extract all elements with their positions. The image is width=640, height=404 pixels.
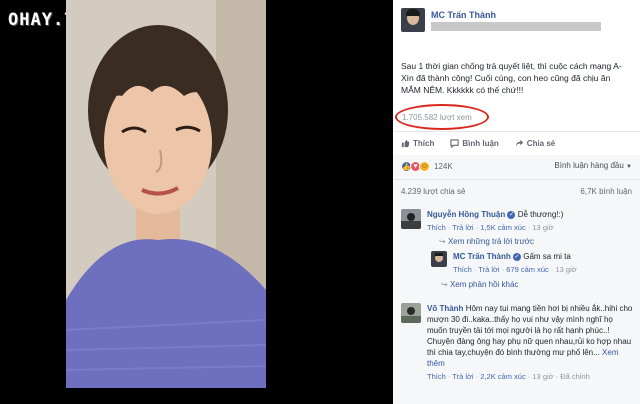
share-button[interactable]: Chia sẻ: [515, 139, 555, 148]
video-area[interactable]: OHAY.TV: [0, 0, 393, 404]
reply-author-name[interactable]: MC Trấn Thành: [453, 252, 511, 261]
comment-label: Bình luận: [462, 138, 499, 148]
reply-time[interactable]: 13 giờ: [555, 265, 576, 274]
comment-button[interactable]: Bình luận: [450, 138, 499, 148]
commenter-avatar[interactable]: [401, 209, 421, 229]
reply-reply-link[interactable]: Trả lời: [478, 265, 499, 274]
view-count: 1.705.582 lượt xem: [402, 113, 472, 122]
verified-badge-icon: ✓: [507, 210, 516, 219]
like-label: Thích: [413, 138, 435, 148]
reply-item: MC Trấn Thành ✓ Gấm sa mi ta Thích · Trả…: [431, 251, 634, 281]
post-header: MC Trấn Thành: [401, 8, 634, 36]
facebook-post-panel: MC Trấn Thành Sau 1 thời gian chống trả …: [393, 0, 640, 404]
video-image: [66, 0, 266, 388]
reply-like-link[interactable]: Thích: [453, 265, 472, 274]
edited-label[interactable]: Đã chỉnh: [560, 372, 590, 381]
comment-like-link[interactable]: Thích: [427, 223, 446, 232]
view-more-replies-label: Xem phản hồi khác: [449, 280, 519, 289]
reply-text: Gấm sa mi ta: [523, 252, 571, 261]
comment-reply-link[interactable]: Trả lời: [452, 223, 473, 232]
comment-reactions[interactable]: 1,5K cảm xúc: [480, 223, 525, 232]
comment-icon: [450, 138, 459, 148]
divider: [393, 131, 640, 132]
chevron-down-icon: ▼: [626, 164, 632, 170]
commenter-name[interactable]: Nguyễn Hồng Thuận: [427, 210, 505, 219]
comment-like-link[interactable]: Thích: [427, 372, 446, 381]
commenter-name[interactable]: Võ Thành: [427, 304, 463, 313]
post-stats: 4.239 lượt chia sẻ 6,7K bình luận: [401, 187, 632, 196]
share-label: Chia sẻ: [526, 138, 556, 148]
video-frame[interactable]: [66, 0, 266, 388]
commenter-avatar[interactable]: [401, 303, 421, 323]
sort-label: Bình luận hàng đầu: [554, 161, 624, 170]
post-author-name[interactable]: MC Trấn Thành: [431, 10, 496, 20]
share-icon: [515, 139, 523, 146]
share-count[interactable]: 4.239 lượt chia sẻ: [401, 187, 465, 196]
post-actions: Thích Bình luận Chia sẻ: [401, 136, 555, 150]
reply-arrow-icon: ↪: [441, 280, 448, 289]
comment-sort-dropdown[interactable]: Bình luận hàng đầu ▼: [554, 161, 632, 170]
divider: [393, 179, 640, 180]
reply-reactions[interactable]: 679 cảm xúc: [506, 265, 549, 274]
comment-reply-link[interactable]: Trả lời: [452, 372, 473, 381]
reaction-count: 124K: [434, 162, 453, 171]
comment-reactions[interactable]: 2,2K cảm xúc: [480, 372, 525, 381]
thumbs-up-icon: [401, 139, 410, 147]
author-avatar[interactable]: [401, 8, 425, 32]
like-button[interactable]: Thích: [401, 139, 434, 148]
reply-arrow-icon: ↪: [439, 237, 446, 246]
view-previous-replies-label: Xem những trả lời trước: [447, 237, 535, 246]
comment-time[interactable]: 13 giờ: [532, 372, 553, 381]
reaction-summary[interactable]: 👍 ♥ ☺ 124K: [401, 161, 453, 172]
comment-text-continued: Chuyện đàng ông hay phụ nữ quen nhau,rủi…: [427, 337, 632, 368]
post-text: Sau 1 thời gian chống trả quyết liệt, th…: [401, 61, 622, 95]
haha-reaction-icon: ☺: [419, 161, 430, 172]
comment-text: Dễ thương!:): [517, 210, 564, 219]
comment-count[interactable]: 6,7K bình luận: [580, 187, 632, 196]
comments-section: 👍 ♥ ☺ 124K Bình luận hàng đầu ▼ 4.239 lư…: [393, 155, 640, 404]
verified-badge-icon: ✓: [513, 252, 522, 261]
blurred-post-meta: [431, 22, 601, 31]
view-more-replies[interactable]: ↪ Xem phản hồi khác: [441, 280, 518, 289]
reply-author-avatar[interactable]: [431, 251, 447, 267]
view-previous-replies[interactable]: ↪ Xem những trả lời trước: [439, 237, 534, 246]
comment-item: Võ Thành Hôm nay tui mang tiền hơi bị nh…: [401, 303, 634, 403]
comment-time[interactable]: 13 giờ: [532, 223, 553, 232]
